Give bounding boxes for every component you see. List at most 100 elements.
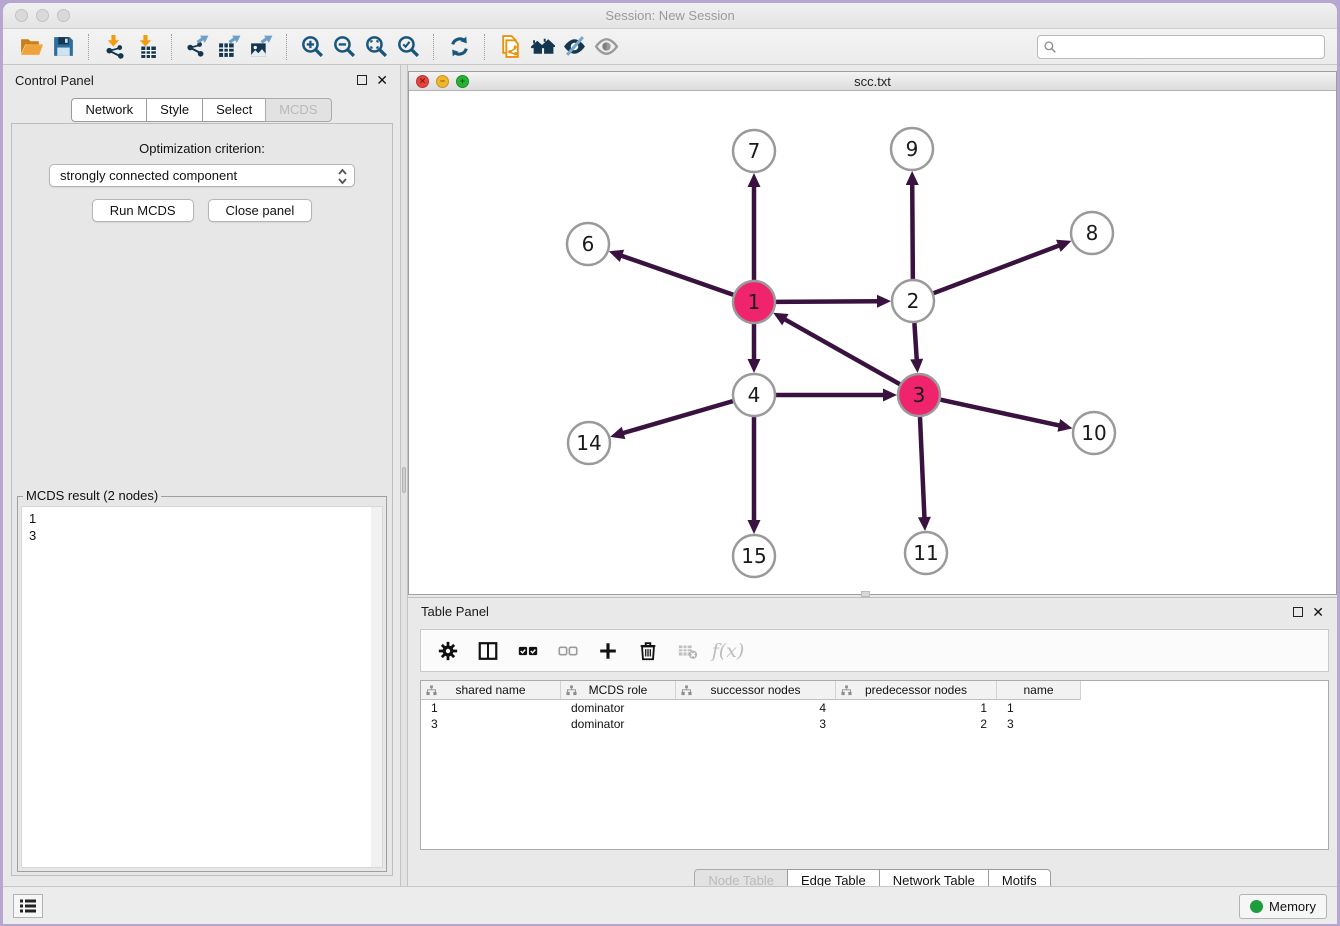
edge-arrowhead — [748, 359, 761, 373]
column-header-predecessor-nodes[interactable]: predecessor nodes — [836, 681, 997, 700]
column-header-name[interactable]: name — [997, 681, 1081, 700]
edge-1-6[interactable] — [620, 255, 733, 295]
control-panel-close-icon[interactable]: ✕ — [376, 73, 388, 87]
titlebar: Session: New Session — [3, 3, 1337, 29]
table-panel-close-icon[interactable]: ✕ — [1312, 605, 1324, 619]
delete-table-icon[interactable] — [673, 636, 703, 666]
graph-node-label: 1 — [748, 290, 761, 314]
criterion-value: strongly connected component — [60, 168, 237, 183]
memory-label: Memory — [1269, 899, 1316, 914]
table-panel-float-button[interactable] — [1293, 607, 1303, 617]
graph-node-label: 3 — [913, 383, 926, 407]
edge-arrowhead — [748, 520, 761, 534]
memory-button[interactable]: Memory — [1239, 894, 1327, 919]
result-scrollbar[interactable] — [371, 507, 382, 867]
network-minimize-button[interactable]: − — [436, 75, 449, 88]
clone-network-button[interactable] — [494, 33, 526, 61]
cell-name[interactable]: 1 — [997, 700, 1081, 716]
cell-MCDS-role[interactable]: dominator — [561, 700, 676, 716]
edge-2-3[interactable] — [914, 323, 916, 361]
memory-status-dot — [1250, 900, 1263, 913]
control-panel-float-button[interactable] — [357, 75, 367, 85]
table-settings-gear-icon[interactable] — [433, 636, 463, 666]
main-toolbar — [3, 29, 1337, 65]
home-button[interactable] — [526, 33, 558, 61]
edge-2-8[interactable] — [934, 245, 1061, 293]
tab-mcds[interactable]: MCDS — [265, 98, 331, 122]
zoom-out-button[interactable] — [328, 33, 360, 61]
zoom-selected-button[interactable] — [392, 33, 424, 61]
main-area: Control Panel ✕ NetworkStyleSelectMCDS O… — [3, 65, 1337, 886]
toolbar-separator — [88, 34, 89, 60]
column-header-MCDS-role[interactable]: MCDS role — [561, 681, 676, 700]
edge-3-10[interactable] — [940, 400, 1060, 426]
zoom-fit-button[interactable] — [360, 33, 392, 61]
table-row[interactable]: 3dominator323 — [421, 716, 1328, 732]
unselect-all-icon[interactable] — [553, 636, 583, 666]
mcds-result-textarea[interactable]: 1 3 — [21, 506, 383, 868]
control-panel: Control Panel ✕ NetworkStyleSelectMCDS O… — [3, 65, 400, 886]
search-input[interactable] — [1037, 35, 1325, 59]
edge-arrowhead — [906, 171, 919, 185]
delete-column-trash-icon[interactable] — [633, 636, 663, 666]
edge-3-1[interactable] — [784, 319, 900, 385]
edge-1-2[interactable] — [776, 301, 879, 302]
cell-shared-name[interactable]: 1 — [421, 700, 561, 716]
edge-3-11[interactable] — [920, 417, 925, 519]
table-panel-title: Table Panel — [421, 604, 489, 619]
import-table-button[interactable] — [130, 33, 162, 61]
network-graph[interactable]: 7968124314101511 — [409, 91, 1336, 594]
table-row[interactable]: 1dominator411 — [421, 700, 1328, 716]
function-builder-icon[interactable]: f(x) — [713, 636, 743, 666]
cell-MCDS-role[interactable]: dominator — [561, 716, 676, 732]
mcds-result-fieldset: MCDS result (2 nodes) 1 3 — [17, 496, 387, 872]
network-maximize-button[interactable]: + — [456, 75, 469, 88]
export-image-button[interactable] — [245, 33, 277, 61]
save-session-button[interactable] — [47, 33, 79, 61]
graph-node-label: 7 — [748, 139, 761, 163]
graph-node-label: 2 — [907, 289, 920, 313]
show-panel-button[interactable] — [590, 33, 622, 61]
cell-predecessor-nodes[interactable]: 2 — [836, 716, 997, 732]
graph-node-label: 15 — [741, 544, 766, 568]
run-mcds-button[interactable]: Run MCDS — [92, 199, 194, 222]
show-column-icon[interactable] — [473, 636, 503, 666]
tab-network[interactable]: Network — [71, 98, 147, 122]
edge-arrowhead — [748, 173, 761, 187]
search-icon — [1043, 40, 1057, 54]
network-window-title: scc.txt — [409, 72, 1336, 91]
splitter-grip[interactable] — [402, 467, 406, 493]
export-table-button[interactable] — [213, 33, 245, 61]
cell-predecessor-nodes[interactable]: 1 — [836, 700, 997, 716]
search-field-container — [1037, 35, 1325, 59]
open-session-button[interactable] — [15, 33, 47, 61]
graph-node-label: 9 — [906, 137, 919, 161]
export-network-button[interactable] — [181, 33, 213, 61]
tab-style[interactable]: Style — [146, 98, 203, 122]
import-network-button[interactable] — [98, 33, 130, 61]
network-close-button[interactable]: ✕ — [416, 75, 429, 88]
close-panel-button[interactable]: Close panel — [208, 199, 313, 222]
task-history-button[interactable] — [13, 894, 43, 918]
hide-panels-button[interactable] — [558, 33, 590, 61]
network-canvas[interactable]: 7968124314101511 — [409, 91, 1336, 594]
edge-arrowhead — [1056, 240, 1071, 252]
table-panel: Table Panel ✕ — [408, 597, 1337, 886]
vertical-splitter[interactable] — [400, 65, 408, 886]
zoom-in-button[interactable] — [296, 33, 328, 61]
column-header-successor-nodes[interactable]: successor nodes — [676, 681, 836, 700]
column-header-shared-name[interactable]: shared name — [421, 681, 561, 700]
tab-select[interactable]: Select — [202, 98, 266, 122]
create-column-plus-icon[interactable] — [593, 636, 623, 666]
cell-shared-name[interactable]: 3 — [421, 716, 561, 732]
select-all-icon[interactable] — [513, 636, 543, 666]
table-header-row: shared nameMCDS rolesuccessor nodesprede… — [421, 681, 1328, 700]
cell-name[interactable]: 3 — [997, 716, 1081, 732]
edge-4-14[interactable] — [622, 401, 733, 433]
edge-2-9[interactable] — [912, 183, 913, 279]
cell-successor-nodes[interactable]: 3 — [676, 716, 836, 732]
refresh-button[interactable] — [443, 33, 475, 61]
criterion-select[interactable]: strongly connected component — [49, 164, 355, 187]
cell-successor-nodes[interactable]: 4 — [676, 700, 836, 716]
graph-node-label: 4 — [748, 383, 761, 407]
